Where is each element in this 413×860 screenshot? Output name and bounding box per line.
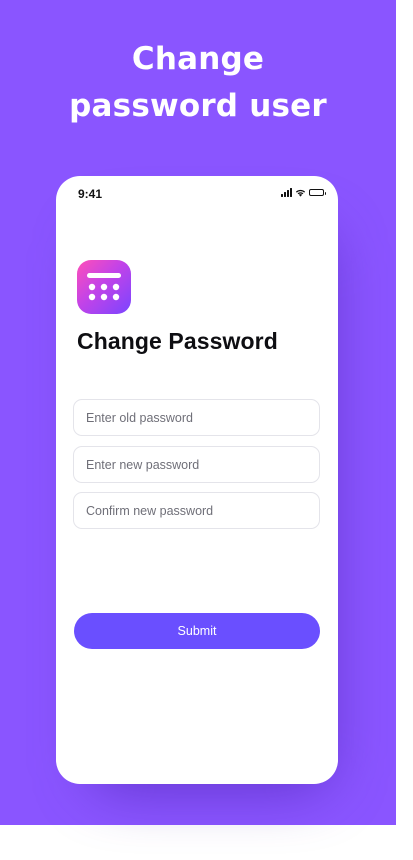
battery-icon xyxy=(309,189,326,196)
submit-button[interactable]: Submit xyxy=(74,613,320,649)
page-title: Change Password xyxy=(77,328,278,354)
phone-screen: 9:41 Change Password Submit xyxy=(56,176,338,784)
headline-line-2: password user xyxy=(69,88,327,124)
logo-glyph-icon xyxy=(87,273,121,301)
status-bar: 9:41 xyxy=(56,176,338,212)
confirm-password-input[interactable] xyxy=(73,492,320,529)
canvas: Change password user 9:41 Change Passwor… xyxy=(0,0,413,860)
status-icons xyxy=(281,188,326,197)
old-password-input[interactable] xyxy=(73,399,320,436)
headline: Change password user xyxy=(0,36,396,130)
wifi-icon xyxy=(295,189,306,197)
status-time: 9:41 xyxy=(78,187,103,201)
app-logo-icon xyxy=(77,260,131,314)
new-password-input[interactable] xyxy=(73,446,320,483)
headline-line-1: Change xyxy=(131,41,265,77)
signal-icon xyxy=(281,188,292,197)
